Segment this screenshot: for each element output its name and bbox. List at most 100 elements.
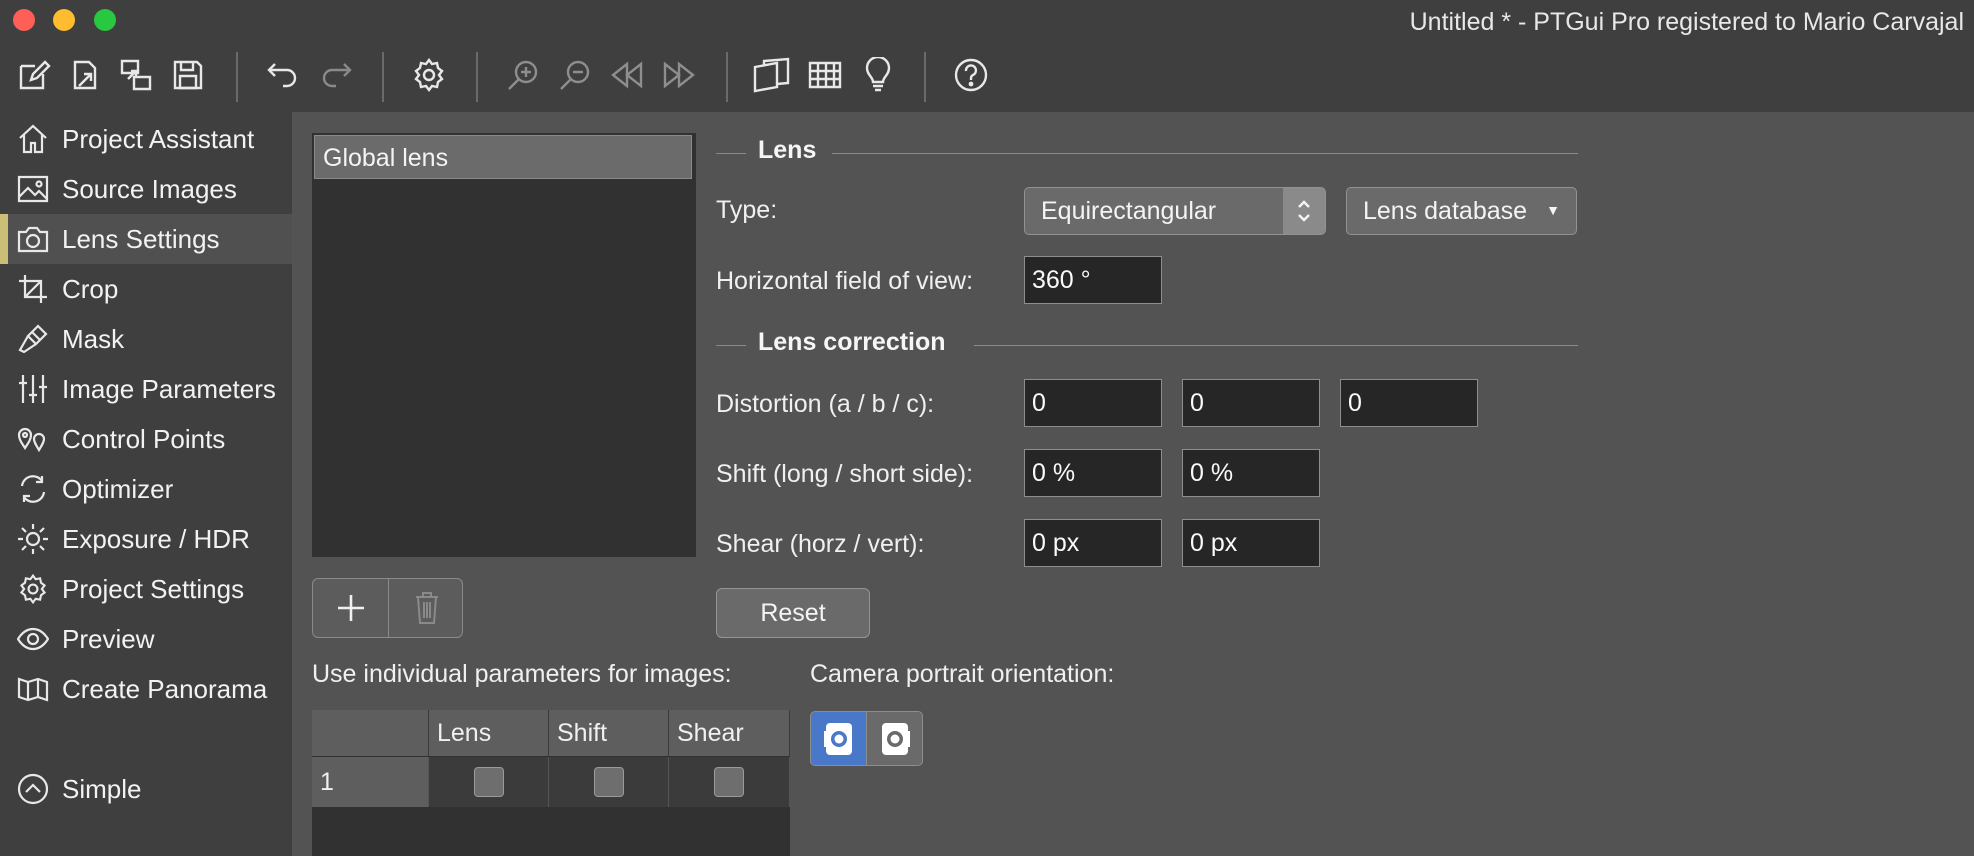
previous-icon[interactable] xyxy=(607,55,647,95)
sidebar-item-label: Optimizer xyxy=(62,473,174,504)
shift-individual-checkbox[interactable] xyxy=(593,767,624,797)
zoom-in-icon[interactable] xyxy=(503,55,543,95)
sidebar-item-create-panorama[interactable]: Create Panorama xyxy=(0,664,292,714)
new-project-icon[interactable] xyxy=(14,55,54,95)
title-bar: Untitled * - PTGui Pro registered to Mar… xyxy=(0,0,1974,42)
save-icon[interactable] xyxy=(168,55,208,95)
lens-correction-section-title: Lens correction xyxy=(758,328,946,356)
sidebar-item-control-points[interactable]: Control Points xyxy=(0,414,292,464)
table-icon[interactable] xyxy=(805,55,845,95)
sun-icon xyxy=(16,522,50,556)
toolbar-separator xyxy=(476,52,478,102)
hfov-label: Horizontal field of view: xyxy=(716,267,974,295)
open-project-icon[interactable] xyxy=(64,55,104,95)
individual-parameters-label: Use individual parameters for images: xyxy=(312,660,732,688)
distortion-c-field[interactable]: 0 xyxy=(1340,379,1478,427)
minimize-window-button[interactable] xyxy=(53,9,75,31)
lens-list-item-selected[interactable]: Global lens xyxy=(314,135,692,179)
sidebar-item-label: Lens Settings xyxy=(62,223,220,254)
sidebar-item-crop[interactable]: Crop xyxy=(0,264,292,314)
eye-icon xyxy=(16,622,50,656)
camera-rotate-right-icon xyxy=(881,722,910,755)
shear-individual-checkbox[interactable] xyxy=(714,767,744,797)
chevron-up-circle-icon xyxy=(16,772,50,806)
table-header-lens: Lens xyxy=(429,710,549,756)
shift-long-field[interactable]: 0 % xyxy=(1024,449,1162,497)
shear-horz-field[interactable]: 0 px xyxy=(1024,519,1162,567)
zoom-out-icon[interactable] xyxy=(555,55,595,95)
redo-icon[interactable] xyxy=(316,55,356,95)
close-window-button[interactable] xyxy=(13,9,35,31)
sidebar-item-mask[interactable]: Mask xyxy=(0,314,292,364)
delete-lens-button[interactable] xyxy=(389,579,462,637)
help-icon[interactable] xyxy=(951,55,991,95)
hfov-field[interactable]: 360 ° xyxy=(1024,256,1162,304)
sidebar-item-label: Project Assistant xyxy=(62,123,255,154)
sidebar-item-label: Mask xyxy=(62,323,125,354)
sidebar-item-label: Preview xyxy=(62,623,155,654)
brush-icon xyxy=(16,322,50,356)
shift-short-field[interactable]: 0 % xyxy=(1182,449,1320,497)
sliders-icon xyxy=(16,372,50,406)
camera-rotate-left-icon xyxy=(823,722,852,755)
lens-section-title: Lens xyxy=(758,136,817,164)
lens-type-select[interactable]: Equirectangular xyxy=(1024,187,1326,235)
table-cell-shift xyxy=(549,757,669,807)
sidebar-item-label: Exposure / HDR xyxy=(62,523,250,554)
sidebar-item-label: Project Settings xyxy=(62,573,245,604)
sidebar-item-lens-settings[interactable]: Lens Settings xyxy=(0,214,292,264)
distortion-label: Distortion (a / b / c): xyxy=(716,390,935,418)
portrait-right-button[interactable] xyxy=(866,711,923,766)
lens-section-header: Lens xyxy=(716,136,1578,166)
simple-mode-button[interactable]: Simple xyxy=(0,764,292,814)
toolbar xyxy=(0,42,1974,112)
undo-icon[interactable] xyxy=(263,55,303,95)
sidebar-item-label: Image Parameters xyxy=(62,373,276,404)
settings-gear-icon[interactable] xyxy=(409,55,449,95)
distortion-b-field[interactable]: 0 xyxy=(1182,379,1320,427)
sidebar-item-optimizer[interactable]: Optimizer xyxy=(0,464,292,514)
panorama-icon xyxy=(16,672,50,706)
sidebar-item-project-assistant[interactable]: Project Assistant xyxy=(0,114,292,164)
refresh-icon xyxy=(16,472,50,506)
table-cell-shear xyxy=(669,757,790,807)
crop-icon xyxy=(16,272,50,306)
distortion-a-field[interactable]: 0 xyxy=(1024,379,1162,427)
sidebar-item-exposure-hdr[interactable]: Exposure / HDR xyxy=(0,514,292,564)
sidebar-item-label: Control Points xyxy=(62,423,226,454)
camera-icon xyxy=(16,222,50,256)
lens-list[interactable]: Global lens xyxy=(312,133,696,557)
sidebar-item-image-parameters[interactable]: Image Parameters xyxy=(0,364,292,414)
lens-list-item-label: Global lens xyxy=(323,144,449,172)
panorama-editor-icon[interactable] xyxy=(752,55,792,95)
shift-label: Shift (long / short side): xyxy=(716,460,974,488)
shear-vert-field[interactable]: 0 px xyxy=(1182,519,1320,567)
map-pin-icon xyxy=(16,422,50,456)
portrait-left-button[interactable] xyxy=(810,711,867,766)
sidebar-item-source-images[interactable]: Source Images xyxy=(0,164,292,214)
lens-list-buttons xyxy=(312,578,463,638)
add-lens-button[interactable] xyxy=(313,579,389,637)
sidebar-item-preview[interactable]: Preview xyxy=(0,614,292,664)
table-header-shift: Shift xyxy=(549,710,669,756)
sidebar-item-label: Source Images xyxy=(62,173,237,204)
individual-parameters-table: Lens Shift Shear 1 xyxy=(312,710,790,856)
tips-lightbulb-icon[interactable] xyxy=(858,55,898,95)
lens-correction-section-header: Lens correction xyxy=(716,328,1578,358)
lens-individual-checkbox[interactable] xyxy=(473,767,504,797)
lens-database-button[interactable]: Lens database ▼ xyxy=(1346,187,1577,235)
toolbar-separator xyxy=(924,52,926,102)
save-as-icon[interactable] xyxy=(116,55,156,95)
lens-type-value: Equirectangular xyxy=(1041,197,1217,225)
plus-icon xyxy=(337,595,364,621)
window-title: Untitled * - PTGui Pro registered to Mar… xyxy=(1409,8,1964,36)
toolbar-separator xyxy=(726,52,728,102)
reset-button[interactable]: Reset xyxy=(716,588,870,638)
zoom-window-button[interactable] xyxy=(94,9,116,31)
sidebar: Project Assistant Source Images Lens Set… xyxy=(0,112,292,856)
type-label: Type: xyxy=(716,196,778,224)
simple-mode-label: Simple xyxy=(62,773,142,804)
next-icon[interactable] xyxy=(659,55,699,95)
sidebar-item-project-settings[interactable]: Project Settings xyxy=(0,564,292,614)
shear-label: Shear (horz / vert): xyxy=(716,530,925,558)
